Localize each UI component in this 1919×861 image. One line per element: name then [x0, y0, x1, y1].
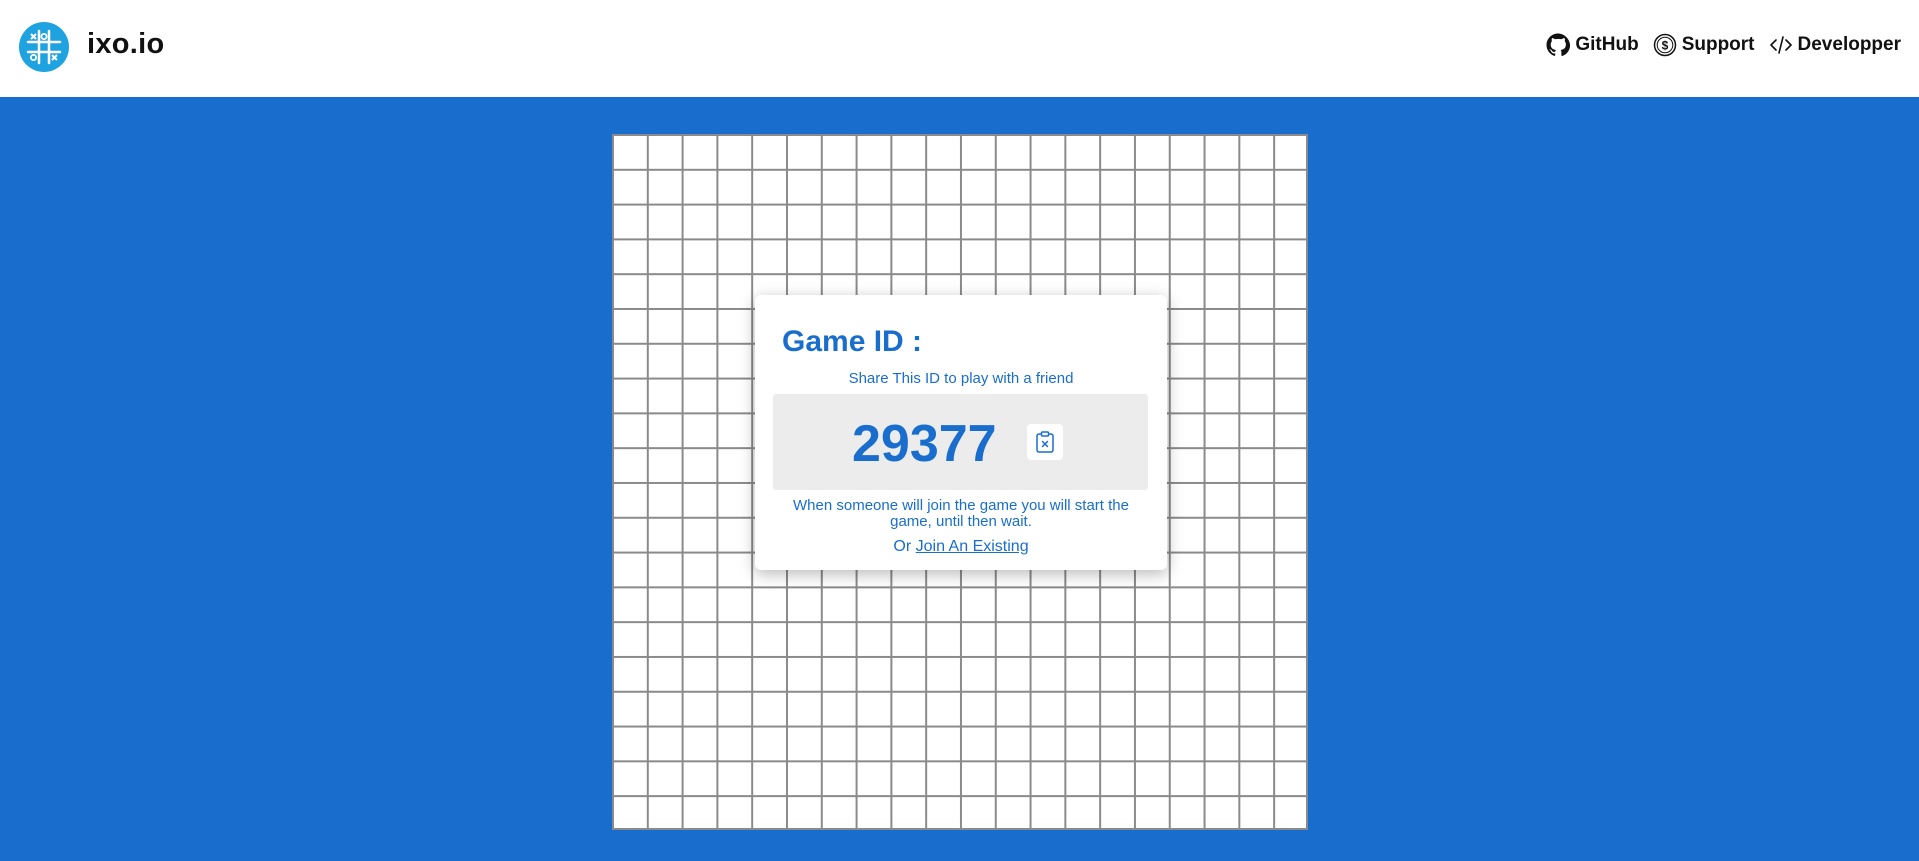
- game-id-value: 29377: [852, 415, 997, 473]
- github-link[interactable]: GitHub: [1546, 33, 1639, 57]
- top-nav: GitHub $ Support Developper: [1546, 33, 1901, 57]
- wait-message: When someone will join the game you will…: [793, 497, 1129, 530]
- copy-id-button[interactable]: [1027, 424, 1063, 460]
- developper-link[interactable]: Developper: [1769, 33, 1901, 57]
- game-id-dialog: Game ID : Share This ID to play with a f…: [755, 295, 1167, 570]
- join-existing-link[interactable]: Join An Existing: [916, 538, 1029, 555]
- dialog-subtitle: Share This ID to play with a friend: [848, 370, 1074, 387]
- support-label: Support: [1681, 34, 1755, 55]
- code-icon: [1769, 36, 1792, 54]
- clipboard-icon: [1036, 431, 1054, 453]
- join-prefix: Or: [893, 538, 912, 555]
- github-label: GitHub: [1575, 34, 1639, 55]
- developper-label: Developper: [1797, 34, 1901, 55]
- top-header: ixo.io GitHub $ Support Developper: [0, 0, 1919, 97]
- support-link[interactable]: $ Support: [1653, 33, 1755, 57]
- join-existing-row: Or Join An Existing: [755, 538, 1167, 556]
- dialog-title: Game ID :: [782, 325, 923, 358]
- dollar-coin-icon: $: [1653, 33, 1676, 57]
- svg-text:$: $: [1661, 39, 1668, 53]
- brand-name[interactable]: ixo.io: [87, 28, 165, 61]
- tic-tac-toe-logo-icon[interactable]: [19, 22, 69, 72]
- github-icon: [1546, 33, 1571, 57]
- game-id-box: 29377: [773, 394, 1148, 490]
